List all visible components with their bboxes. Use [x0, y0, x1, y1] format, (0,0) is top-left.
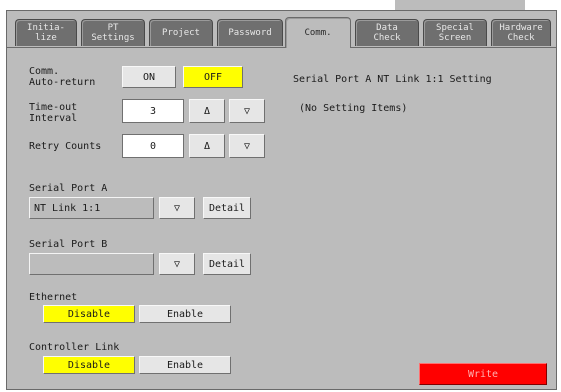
tab-special-screen[interactable]: Special Screen [423, 19, 487, 46]
controller-link-disable-button[interactable]: Disable [43, 356, 135, 374]
timeout-down-icon[interactable]: ▽ [229, 99, 265, 123]
serial-port-b-dropdown-icon[interactable]: ▽ [159, 253, 195, 275]
tab-hardware-check[interactable]: Hardware Check [491, 19, 551, 46]
tab-password[interactable]: Password [217, 19, 283, 46]
tab-bar: Initia- lize PT Settings Project Passwor… [7, 11, 556, 49]
controller-link-label: Controller Link [29, 342, 120, 353]
comm-auto-return-label: Comm. Auto-return [29, 66, 96, 88]
tab-pt-settings[interactable]: PT Settings [81, 19, 145, 46]
serial-port-a-detail-button[interactable]: Detail [203, 197, 251, 219]
serial-port-b-detail-button[interactable]: Detail [203, 253, 251, 275]
tab-project[interactable]: Project [149, 19, 213, 46]
comm-auto-return-off-button[interactable]: OFF [183, 66, 243, 88]
timeout-interval-label: Time-out Interval [29, 102, 78, 124]
serial-port-b-select[interactable] [29, 253, 154, 275]
right-panel-note: (No Setting Items) [299, 103, 408, 114]
comm-auto-return-on-button[interactable]: ON [122, 66, 176, 88]
settings-screen: Initia- lize PT Settings Project Passwor… [6, 10, 557, 390]
serial-port-a-select[interactable]: NT Link 1:1 [29, 197, 154, 219]
timeout-up-icon[interactable]: Δ [189, 99, 225, 123]
tab-data-check[interactable]: Data Check [355, 19, 419, 46]
retry-counts-value[interactable]: 0 [122, 134, 184, 158]
tab-comm[interactable]: Comm. [285, 17, 351, 48]
serial-port-a-dropdown-icon[interactable]: ▽ [159, 197, 195, 219]
ethernet-enable-button[interactable]: Enable [139, 305, 231, 323]
serial-port-a-label: Serial Port A [29, 183, 108, 194]
controller-link-enable-button[interactable]: Enable [139, 356, 231, 374]
timeout-interval-value[interactable]: 3 [122, 99, 184, 123]
tab-initialize[interactable]: Initia- lize [15, 19, 77, 46]
ethernet-disable-button[interactable]: Disable [43, 305, 135, 323]
retry-counts-label: Retry Counts [29, 141, 102, 152]
retry-up-icon[interactable]: Δ [189, 134, 225, 158]
serial-port-b-label: Serial Port B [29, 239, 108, 250]
write-button[interactable]: Write [419, 363, 547, 385]
tab-underline [7, 47, 556, 48]
top-edge-strip [395, 0, 525, 10]
retry-down-icon[interactable]: ▽ [229, 134, 265, 158]
right-panel-heading: Serial Port A NT Link 1:1 Setting [293, 74, 492, 85]
ethernet-label: Ethernet [29, 292, 78, 303]
